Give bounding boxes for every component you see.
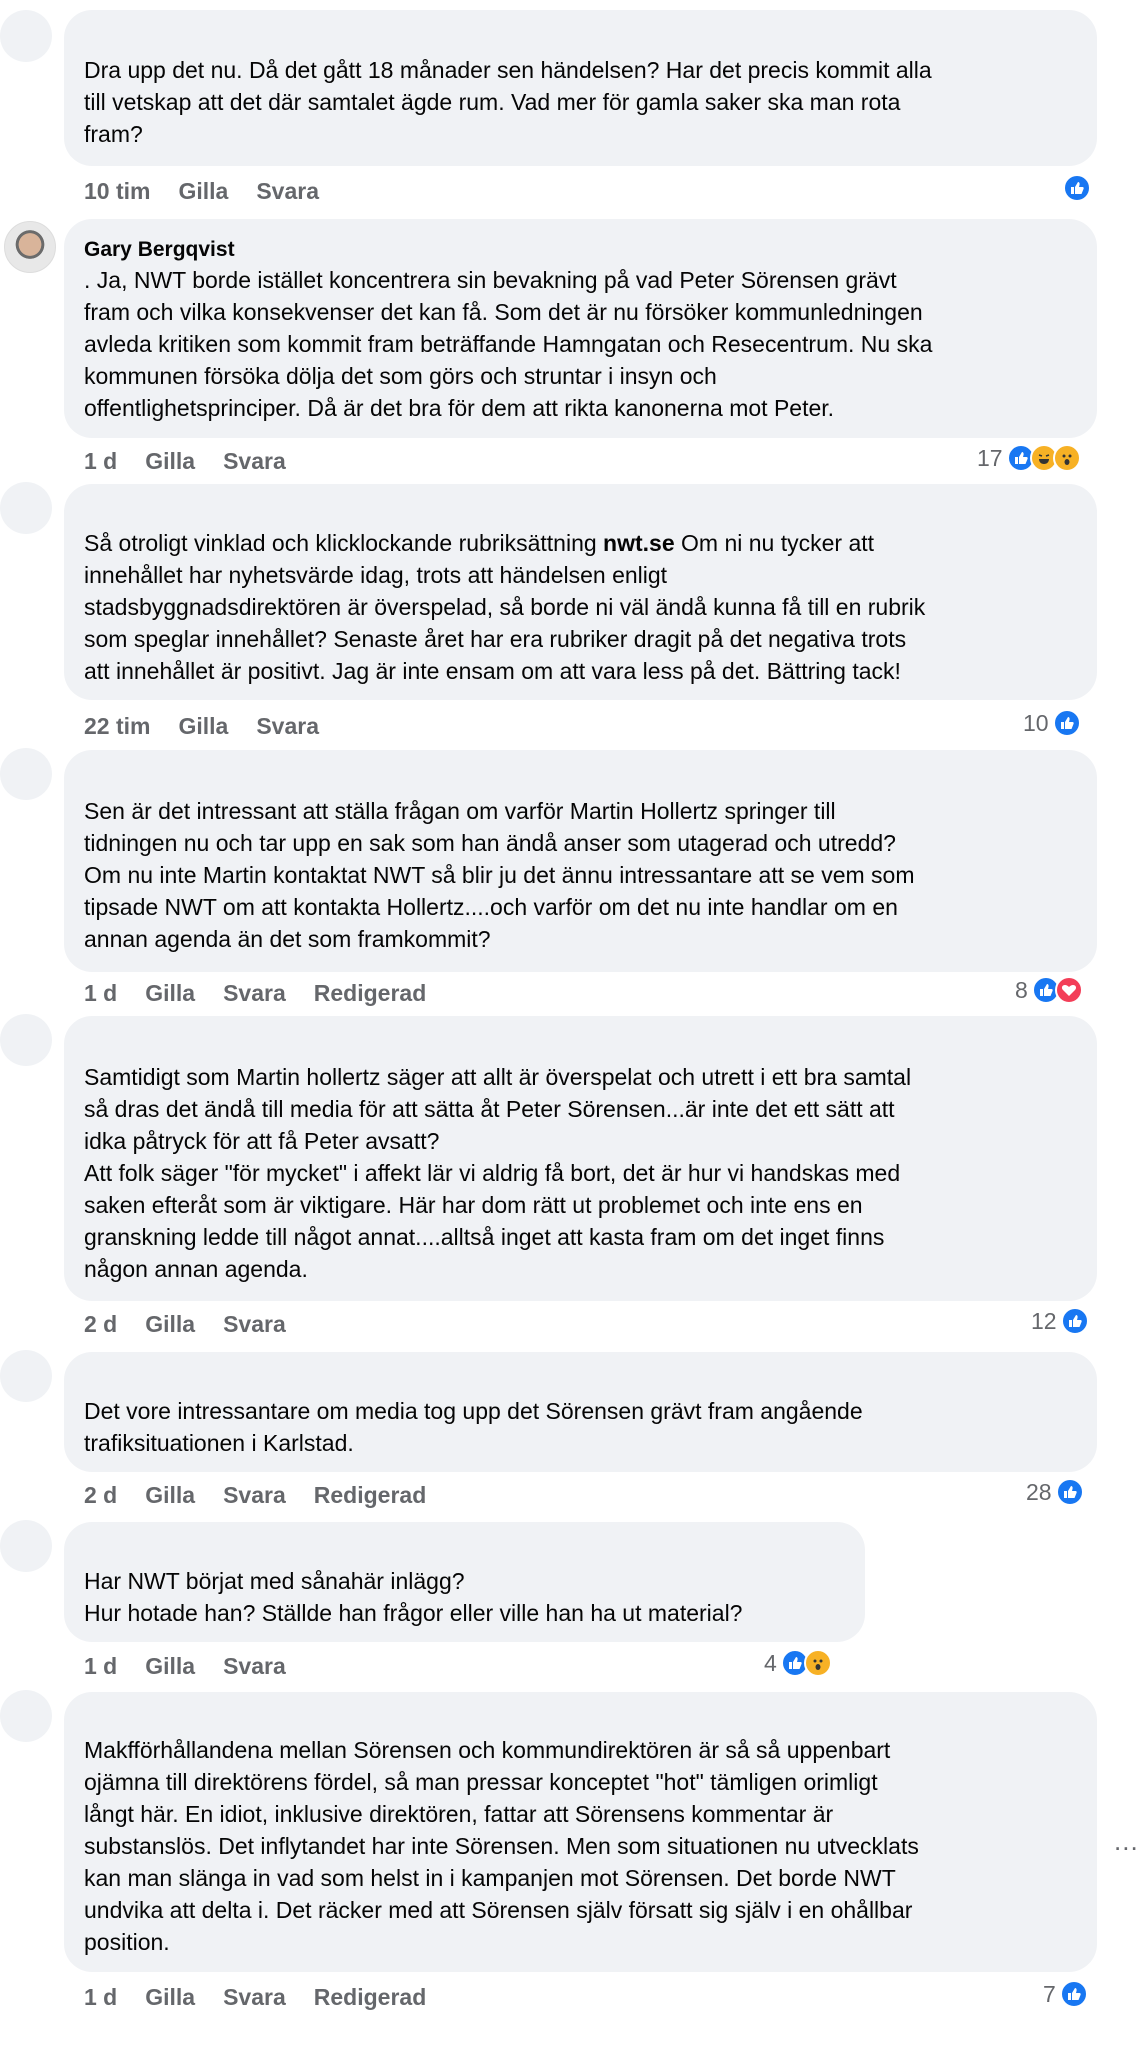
comment-actions: 1 d Gilla Svara	[84, 1653, 286, 1680]
timestamp[interactable]: 2 d	[84, 1482, 117, 1509]
comment-text: Sen är det intressant att ställa frågan …	[84, 798, 915, 952]
comment-bubble: Dra upp det nu. Då det gått 18 månader s…	[64, 10, 1097, 166]
reply-button[interactable]: Svara	[223, 1653, 286, 1680]
like-reaction-icon	[1052, 709, 1081, 737]
reactions[interactable]: 8	[1015, 976, 1083, 1004]
comment-bubble: Det vore intressantare om media tog upp …	[64, 1352, 1097, 1472]
like-button[interactable]: Gilla	[145, 448, 195, 475]
comment-actions: 10 tim Gilla Svara	[84, 178, 319, 205]
timestamp[interactable]: 1 d	[84, 1984, 117, 2011]
comment-bubble: Sen är det intressant att ställa frågan …	[64, 750, 1097, 972]
reaction-count: 10	[1023, 709, 1049, 736]
edited-label[interactable]: Redigerad	[314, 1482, 426, 1509]
comment-bubble: Gary Bergqvist . Ja, NWT borde istället …	[64, 219, 1097, 438]
reactions[interactable]: 4	[764, 1649, 832, 1677]
like-reaction-icon	[1060, 1307, 1089, 1335]
comment-actions: 2 d Gilla Svara	[84, 1311, 286, 1338]
comment-text: . Ja, NWT borde istället koncentrera sin…	[84, 267, 933, 421]
avatar[interactable]	[0, 748, 52, 800]
wow-reaction-icon	[1052, 444, 1081, 472]
comment-text-start: Så otroligt vinklad och klicklockande ru…	[84, 530, 604, 556]
love-reaction-icon	[1054, 976, 1083, 1004]
like-button[interactable]: Gilla	[145, 1482, 195, 1509]
reply-button[interactable]: Svara	[223, 980, 286, 1007]
reaction-count: 12	[1031, 1307, 1057, 1334]
comment-text: Så otroligt vinklad och klicklockande ru…	[84, 527, 1079, 687]
comment-actions: 1 d Gilla Svara	[84, 448, 286, 475]
comment-text: Samtidigt som Martin hollertz säger att …	[84, 1064, 912, 1282]
comment-bubble: Makfförhållandena mellan Sörensen och ko…	[64, 1692, 1097, 1972]
reactions[interactable]: 10	[1023, 709, 1081, 737]
like-reaction-icon	[1055, 1478, 1084, 1506]
comment-bubble: Så otroligt vinklad och klicklockande ru…	[64, 484, 1097, 700]
comment-text: Makfförhållandena mellan Sörensen och ko…	[84, 1737, 919, 1955]
reactions[interactable]	[1063, 174, 1091, 202]
mention-link[interactable]: nwt.se	[603, 530, 675, 556]
avatar[interactable]	[0, 1690, 52, 1742]
comment-text: Dra upp det nu. Då det gått 18 månader s…	[84, 57, 932, 147]
reaction-count: 17	[977, 444, 1003, 471]
reaction-count: 8	[1015, 976, 1028, 1003]
reactions[interactable]: 7	[1043, 1980, 1088, 2008]
comment-text: Det vore intressantare om media tog upp …	[84, 1398, 863, 1456]
avatar[interactable]	[4, 221, 56, 273]
timestamp[interactable]: 1 d	[84, 1653, 117, 1680]
like-reaction-icon	[1063, 174, 1091, 202]
comment-actions: 2 d Gilla Svara Redigerad	[84, 1482, 426, 1509]
timestamp[interactable]: 1 d	[84, 448, 117, 475]
like-button[interactable]: Gilla	[145, 1653, 195, 1680]
reactions[interactable]: 17	[977, 444, 1081, 472]
reactions[interactable]: 12	[1031, 1307, 1089, 1335]
comment-actions: 22 tim Gilla Svara	[84, 713, 319, 740]
edited-label[interactable]: Redigerad	[314, 1984, 426, 2011]
like-reaction-icon	[1059, 1980, 1088, 2008]
avatar[interactable]	[0, 1350, 52, 1402]
reply-button[interactable]: Svara	[223, 448, 286, 475]
comment-bubble: Har NWT börjat med sånahär inlägg? Hur h…	[64, 1522, 865, 1642]
wow-reaction-icon	[803, 1649, 832, 1677]
like-button[interactable]: Gilla	[145, 1984, 195, 2011]
avatar[interactable]	[0, 1520, 52, 1572]
reply-button[interactable]: Svara	[223, 1482, 286, 1509]
reaction-count: 4	[764, 1649, 777, 1676]
reply-button[interactable]: Svara	[223, 1984, 286, 2011]
timestamp[interactable]: 10 tim	[84, 178, 150, 205]
avatar[interactable]	[0, 482, 52, 534]
timestamp[interactable]: 2 d	[84, 1311, 117, 1338]
like-button[interactable]: Gilla	[178, 178, 228, 205]
timestamp[interactable]: 22 tim	[84, 713, 150, 740]
like-button[interactable]: Gilla	[145, 1311, 195, 1338]
comment-actions: 1 d Gilla Svara Redigerad	[84, 1984, 426, 2011]
avatar[interactable]	[0, 1014, 52, 1066]
reaction-count: 28	[1026, 1478, 1052, 1505]
edited-label[interactable]: Redigerad	[314, 980, 426, 1007]
avatar[interactable]	[0, 10, 52, 62]
author-name[interactable]: Gary Bergqvist	[84, 237, 235, 263]
reply-button[interactable]: Svara	[256, 178, 319, 205]
reply-button[interactable]: Svara	[223, 1311, 286, 1338]
reply-button[interactable]: Svara	[256, 713, 319, 740]
reaction-count: 7	[1043, 1980, 1056, 2007]
reactions[interactable]: 28	[1026, 1478, 1084, 1506]
like-button[interactable]: Gilla	[145, 980, 195, 1007]
like-button[interactable]: Gilla	[178, 713, 228, 740]
comment-bubble: Samtidigt som Martin hollertz säger att …	[64, 1016, 1097, 1301]
comment-text: Har NWT börjat med sånahär inlägg? Hur h…	[84, 1568, 743, 1626]
timestamp[interactable]: 1 d	[84, 980, 117, 1007]
more-options-icon[interactable]: ...	[1114, 1826, 1139, 1857]
comment-actions: 1 d Gilla Svara Redigerad	[84, 980, 426, 1007]
